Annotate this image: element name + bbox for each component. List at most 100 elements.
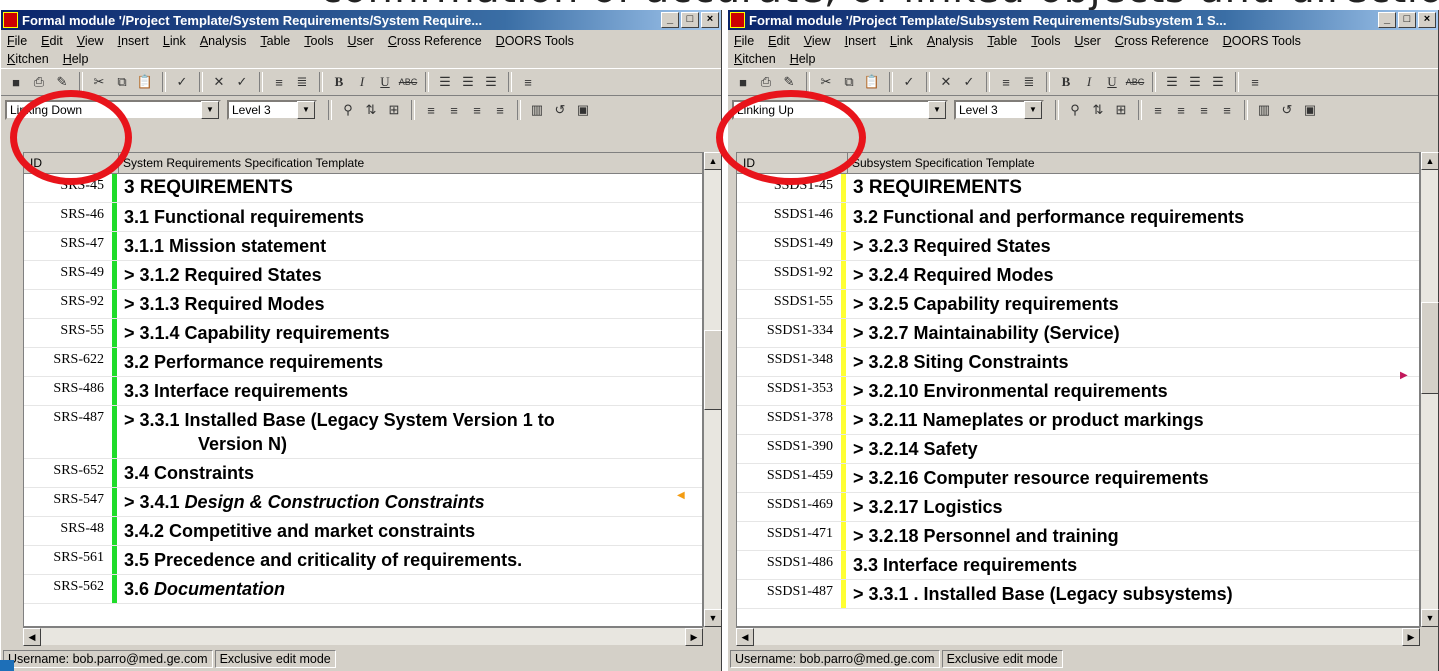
object-heading[interactable]: > 3.4.1 Design & Construction Constraint… xyxy=(124,488,702,516)
table-row[interactable]: SRS-48 3.4.2 Competitive and market const… xyxy=(24,517,702,546)
table-row[interactable]: SSDS1-353 > 3.2.10 Environmental requirem… xyxy=(737,377,1419,406)
object-heading[interactable]: 3.1.1 Mission statement xyxy=(124,232,702,260)
table-row[interactable]: SSDS1-486 3.3 Interface requirements xyxy=(737,551,1419,580)
print-icon[interactable]: ⎙ xyxy=(755,72,777,92)
table-row[interactable]: SSDS1-487 > 3.3.1 . Installed Base (Legac… xyxy=(737,580,1419,609)
accept-icon[interactable]: ✓ xyxy=(958,72,980,92)
object-heading[interactable]: 3 REQUIREMENTS xyxy=(853,174,1419,202)
sort-icon[interactable]: ⇅ xyxy=(360,100,382,120)
minimize-icon[interactable]: _ xyxy=(1378,12,1396,28)
close-icon[interactable]: × xyxy=(1418,12,1436,28)
bold-icon[interactable]: B xyxy=(328,72,350,92)
scroll-down-icon[interactable]: ▼ xyxy=(704,609,722,627)
menu-insert[interactable]: Insert xyxy=(845,32,876,50)
menu-tools[interactable]: Tools xyxy=(304,32,333,50)
table-row[interactable]: SRS-55 > 3.1.4 Capability requirements xyxy=(24,319,702,348)
object-heading[interactable]: > 3.2.18 Personnel and training xyxy=(853,522,1419,550)
bullets-icon[interactable]: ☰ xyxy=(1161,72,1183,92)
left-title-bar[interactable]: Formal module '/Project Template/System … xyxy=(1,10,721,30)
menu-file[interactable]: File xyxy=(734,32,754,50)
link-icon[interactable]: ≡ xyxy=(517,72,539,92)
menu-user[interactable]: User xyxy=(347,32,373,50)
menu-cross-reference[interactable]: Cross Reference xyxy=(388,32,482,50)
object-heading[interactable]: > 3.2.14 Safety xyxy=(853,435,1419,463)
outline-icon[interactable]: ⊞ xyxy=(383,100,405,120)
right-vertical-scrollbar[interactable]: ▲ ▼ xyxy=(1420,152,1439,627)
object-heading[interactable]: 3.4 Constraints xyxy=(124,459,702,487)
insert-object-icon[interactable]: ≡ xyxy=(995,72,1017,92)
object-heading[interactable]: 3 REQUIREMENTS xyxy=(124,174,702,202)
underline-icon[interactable]: U xyxy=(374,72,396,92)
table-row[interactable]: SRS-49 > 3.1.2 Required States xyxy=(24,261,702,290)
title-column-header[interactable]: System Requirements Specification Templa… xyxy=(119,153,702,173)
scroll-up-icon[interactable]: ▲ xyxy=(1421,152,1439,170)
object-heading[interactable]: > 3.1.2 Required States xyxy=(124,261,702,289)
maximize-icon[interactable]: □ xyxy=(681,12,699,28)
table-row[interactable]: SSDS1-46 3.2 Functional and performance r… xyxy=(737,203,1419,232)
object-heading[interactable]: 3.5 Precedence and criticality of requir… xyxy=(124,546,702,574)
table-row[interactable]: SRS-562 3.6 Documentation xyxy=(24,575,702,604)
object-heading[interactable]: > 3.1.3 Required Modes xyxy=(124,290,702,318)
insert-object-icon[interactable]: ≡ xyxy=(268,72,290,92)
columns-icon[interactable]: ▥ xyxy=(526,100,548,120)
object-heading[interactable]: > 3.2.3 Required States xyxy=(853,232,1419,260)
scroll-left-icon[interactable]: ◀ xyxy=(23,628,41,646)
object-heading[interactable]: 3.3 Interface requirements xyxy=(124,377,702,405)
insert-below-icon[interactable]: ≣ xyxy=(1018,72,1040,92)
print-icon[interactable]: ⎙ xyxy=(28,72,50,92)
align-left-icon[interactable]: ≡ xyxy=(420,100,442,120)
paste-icon[interactable]: 📋 xyxy=(134,72,156,92)
copy-icon[interactable]: ⧉ xyxy=(838,72,860,92)
menu-link[interactable]: Link xyxy=(890,32,913,50)
menu-link[interactable]: Link xyxy=(163,32,186,50)
chevron-down-icon[interactable]: ▼ xyxy=(928,101,946,119)
spellcheck-icon[interactable]: ✓ xyxy=(171,72,193,92)
insert-below-icon[interactable]: ≣ xyxy=(291,72,313,92)
object-heading[interactable]: > 3.3.1 . Installed Base (Legacy subsyst… xyxy=(853,580,1419,608)
properties-icon[interactable]: ✎ xyxy=(51,72,73,92)
menu-tools[interactable]: Tools xyxy=(1031,32,1060,50)
menu-kitchen[interactable]: Kitchen xyxy=(734,50,776,68)
link-icon[interactable]: ≡ xyxy=(1244,72,1266,92)
scroll-down-icon[interactable]: ▼ xyxy=(1421,609,1439,627)
menu-analysis[interactable]: Analysis xyxy=(927,32,974,50)
menu-kitchen[interactable]: Kitchen xyxy=(7,50,49,68)
right-horizontal-scrollbar[interactable]: ◀ ▶ xyxy=(736,627,1420,646)
align-right-icon[interactable]: ≡ xyxy=(1193,100,1215,120)
object-heading[interactable]: > 3.2.5 Capability requirements xyxy=(853,290,1419,318)
object-heading[interactable]: > 3.2.7 Maintainability (Service) xyxy=(853,319,1419,347)
table-row[interactable]: SSDS1-92 > 3.2.4 Required Modes xyxy=(737,261,1419,290)
menu-edit[interactable]: Edit xyxy=(768,32,790,50)
scroll-up-icon[interactable]: ▲ xyxy=(704,152,722,170)
table-row[interactable]: SSDS1-390 > 3.2.14 Safety xyxy=(737,435,1419,464)
object-heading[interactable]: > 3.2.11 Nameplates or product markings xyxy=(853,406,1419,434)
filter-icon[interactable]: ⚲ xyxy=(1064,100,1086,120)
underline-icon[interactable]: U xyxy=(1101,72,1123,92)
bullets-icon[interactable]: ☰ xyxy=(434,72,456,92)
save-icon[interactable]: ■ xyxy=(732,72,754,92)
outdent-icon[interactable]: ☰ xyxy=(480,72,502,92)
object-heading[interactable]: > 3.3.1 Installed Base (Legacy System Ve… xyxy=(124,406,702,458)
table-row[interactable]: SRS-487 > 3.3.1 Installed Base (Legacy Sy… xyxy=(24,406,702,459)
table-row[interactable]: SSDS1-378 > 3.2.11 Nameplates or product … xyxy=(737,406,1419,435)
close-icon[interactable]: × xyxy=(701,12,719,28)
table-row[interactable]: SSDS1-348 > 3.2.8 Siting Constraints xyxy=(737,348,1419,377)
out-link-marker-icon[interactable]: ◀ xyxy=(677,490,685,501)
object-heading[interactable]: > 3.2.16 Computer resource requirements xyxy=(853,464,1419,492)
level-select[interactable]: Level 3 ▼ xyxy=(227,100,317,120)
align-right-icon[interactable]: ≡ xyxy=(466,100,488,120)
strikethrough-icon[interactable]: ABC xyxy=(397,72,419,92)
align-left-icon[interactable]: ≡ xyxy=(1147,100,1169,120)
module-icon[interactable]: ▣ xyxy=(1299,100,1321,120)
menu-view[interactable]: View xyxy=(77,32,104,50)
scroll-left-icon[interactable]: ◀ xyxy=(736,628,754,646)
menu-cross-reference[interactable]: Cross Reference xyxy=(1115,32,1209,50)
align-center-icon[interactable]: ≡ xyxy=(443,100,465,120)
menu-file[interactable]: File xyxy=(7,32,27,50)
follow-link-icon[interactable]: ↺ xyxy=(1276,100,1298,120)
menu-help[interactable]: Help xyxy=(790,50,816,68)
table-row[interactable]: SSDS1-459 > 3.2.16 Computer resource requ… xyxy=(737,464,1419,493)
bold-icon[interactable]: B xyxy=(1055,72,1077,92)
table-row[interactable]: SRS-547 > 3.4.1 Design & Construction Con… xyxy=(24,488,702,517)
left-horizontal-scrollbar[interactable]: ◀ ▶ xyxy=(23,627,703,646)
